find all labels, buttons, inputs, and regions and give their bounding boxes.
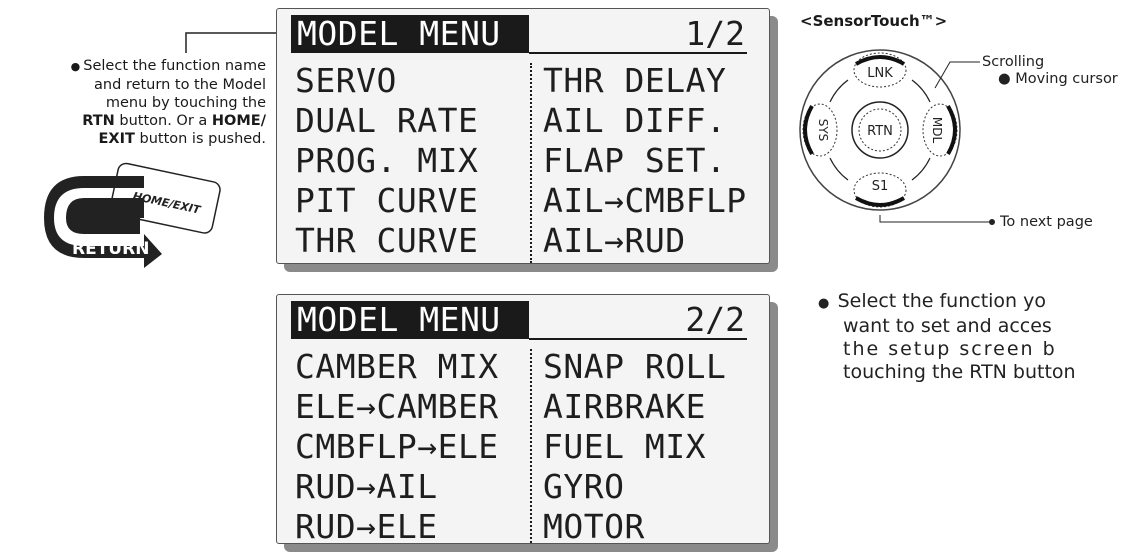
rtn-button[interactable]: RTN (851, 101, 909, 159)
menu-item[interactable]: THR CURVE (295, 221, 478, 261)
moving-cursor-text: Moving cursor (1015, 71, 1118, 87)
menu-column-right: THR DELAY AIL DIFF. FLAP SET. AIL→CMBFLP… (543, 61, 747, 261)
column-divider (530, 349, 532, 543)
page-indicator: 1/2 (685, 14, 745, 53)
screen-title: MODEL MENU (291, 15, 529, 53)
instruction-note-left: ● Select the function name and return to … (4, 57, 266, 148)
instruction-note-right: ● Select the function yo want to set and… (818, 290, 1124, 384)
column-divider (530, 63, 532, 263)
menu-item[interactable]: CMBFLP→ELE (295, 427, 499, 467)
menu-item[interactable]: ELE→CAMBER (295, 387, 499, 427)
bullet-icon: ● (818, 296, 838, 311)
scrolling-leader (934, 61, 980, 89)
return-key-graphic: HOME/EXIT RETURN (44, 162, 221, 268)
s1-button[interactable]: S1 (853, 172, 907, 208)
menu-item[interactable]: RUD→ELE (295, 507, 499, 543)
exit-key-label: EXIT (98, 131, 135, 147)
note-line: and return to the Model (94, 77, 266, 93)
note-line: touching the RTN button (843, 361, 1076, 383)
sensortouch-diagram: LNK S1 SYS MDL RTN (799, 49, 995, 225)
scrolling-label: Scrolling (982, 54, 1045, 70)
next-page-label: To next page (1000, 214, 1093, 230)
callout-line (185, 28, 293, 53)
model-menu-screen-1: MODEL MENU 1/2 SERVO DUAL RATE PROG. MIX… (276, 8, 778, 272)
model-menu-screen-2: MODEL MENU 2/2 CAMBER MIX ELE→CAMBER CMB… (276, 294, 778, 552)
menu-item[interactable]: AIL DIFF. (543, 101, 747, 141)
menu-item[interactable]: DUAL RATE (295, 101, 478, 141)
menu-item[interactable]: SERVO (295, 61, 478, 101)
note-line: menu by touching the (105, 95, 266, 111)
menu-item[interactable]: THR DELAY (543, 61, 747, 101)
page-indicator: 2/2 (685, 300, 745, 339)
lnk-button[interactable]: LNK (853, 52, 907, 88)
menu-item[interactable]: AIL→CMBFLP (543, 181, 747, 221)
menu-item[interactable]: GYRO (543, 467, 726, 507)
menu-item[interactable]: AIL→RUD (543, 221, 747, 261)
s1-label: S1 (872, 179, 889, 194)
rtn-key-label: RTN (82, 113, 115, 129)
menu-column-left: CAMBER MIX ELE→CAMBER CMBFLP→ELE RUD→AIL… (295, 347, 499, 543)
mdl-label: MDL (930, 117, 944, 144)
sensortouch-title: <SensorTouch™> (800, 12, 948, 30)
menu-item[interactable]: FUEL MIX (543, 427, 726, 467)
return-label: RETURN (72, 239, 149, 259)
menu-item[interactable]: SNAP ROLL (543, 347, 726, 387)
bullet-icon (989, 219, 995, 225)
mdl-button[interactable]: MDL (922, 103, 958, 157)
menu-column-right: SNAP ROLL AIRBRAKE FUEL MIX GYRO MOTOR (543, 347, 726, 543)
menu-item[interactable]: RUD→AIL (295, 467, 499, 507)
home-key-label: HOME/ (211, 113, 266, 129)
rtn-label: RTN (867, 124, 893, 139)
menu-item[interactable]: FLAP SET. (543, 141, 747, 181)
lcd-display: MODEL MENU 1/2 SERVO DUAL RATE PROG. MIX… (276, 8, 770, 264)
lnk-label: LNK (867, 66, 893, 81)
menu-item[interactable]: AIRBRAKE (543, 387, 726, 427)
menu-item[interactable]: PROG. MIX (295, 141, 478, 181)
menu-column-left: SERVO DUAL RATE PROG. MIX PIT CURVE THR … (295, 61, 478, 261)
bullet-icon: ● (70, 60, 81, 73)
note-line: want to set and acces (843, 315, 1052, 337)
menu-item[interactable]: CAMBER MIX (295, 347, 499, 387)
sys-button[interactable]: SYS (802, 103, 838, 157)
moving-cursor-label: ● Moving cursor (998, 71, 1118, 87)
screen-title: MODEL MENU (291, 301, 529, 339)
menu-item[interactable]: PIT CURVE (295, 181, 478, 221)
note-line: the setup screen b (843, 338, 1057, 360)
sys-label: SYS (816, 119, 830, 142)
menu-item[interactable]: MOTOR (543, 507, 726, 543)
lcd-display: MODEL MENU 2/2 CAMBER MIX ELE→CAMBER CMB… (276, 294, 770, 544)
note-line: Select the function name (83, 58, 266, 74)
note-line: button. Or a (114, 113, 212, 129)
bullet-icon: ● (998, 71, 1016, 87)
next-page-leader (879, 215, 990, 223)
note-line: button is pushed. (134, 131, 266, 147)
note-line: Select the function yo (837, 290, 1047, 312)
